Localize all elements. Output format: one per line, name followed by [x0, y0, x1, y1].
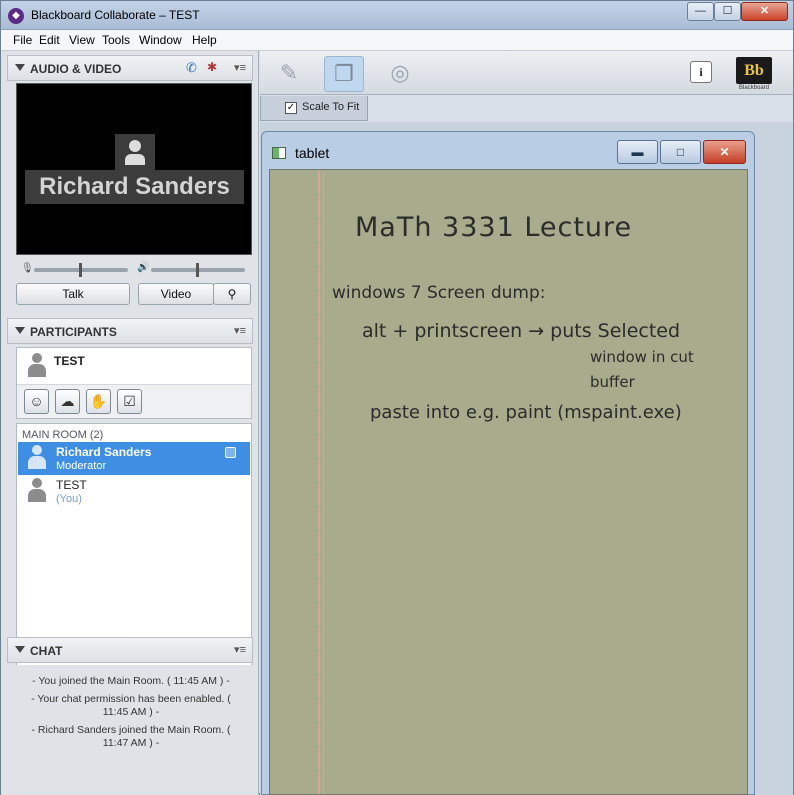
participant-name: TEST [56, 478, 87, 492]
chat-header[interactable]: CHAT ▾≡ [7, 637, 253, 663]
shared-maximize-button[interactable]: □ [660, 140, 701, 164]
content-toolbar: ✎ ❐ ◎ [260, 51, 793, 95]
step-away-icon[interactable]: ☁ [55, 389, 80, 414]
menu-bar: File Edit View Tools Window Help [1, 30, 793, 51]
participants-header[interactable]: PARTICIPANTS ▾≡ [7, 318, 253, 344]
whiteboard-icon[interactable]: ✎ [269, 56, 309, 92]
left-panel: AUDIO & VIDEO ✆ ✱ ▾≡ Richard Sanders 🎙 🔊… [1, 51, 259, 795]
panel-menu-icon[interactable]: ▾≡ [234, 324, 246, 337]
window-title: Blackboard Collaborate – TEST [31, 8, 200, 22]
speaker-volume-slider[interactable] [151, 263, 245, 277]
chat-message: - Richard Sanders joined the Main Room. … [31, 724, 231, 749]
handwritten-line: window in cut [590, 348, 694, 366]
avatar-icon [26, 353, 48, 379]
video-status-icon [225, 447, 236, 458]
scale-to-fit-checkbox[interactable]: ✓ [285, 102, 297, 114]
participant-role: Moderator [56, 460, 107, 472]
my-name: TEST [54, 354, 85, 368]
shared-window-title: tablet [295, 145, 330, 161]
phone-icon[interactable]: ✆ [186, 60, 197, 76]
handwritten-line: MaTh 3331 Lecture [355, 212, 633, 243]
status-toolbar: ☺ ☁ ✋ ☑ [17, 384, 251, 418]
menu-tools[interactable]: Tools [102, 33, 130, 47]
room-count: (2) [89, 429, 104, 441]
chat-message: - Your chat permission has been enabled.… [31, 693, 231, 718]
handwritten-line: paste into e.g. paint (mspaint.exe) [370, 402, 682, 423]
close-button[interactable]: ✕ [741, 2, 788, 21]
menu-window[interactable]: Window [139, 33, 182, 47]
menu-help[interactable]: Help [192, 33, 217, 47]
shared-window: tablet ▬ □ ✕ MaTh 3331 Lecture windows 7… [261, 131, 755, 795]
participant-role: (You) [56, 493, 82, 505]
participant-row[interactable]: TEST (You) [18, 475, 250, 508]
participant-row[interactable]: Richard Sanders Moderator [18, 442, 250, 475]
video-speaker-name: Richard Sanders [25, 170, 244, 204]
emoticon-icon[interactable]: ☺ [24, 389, 49, 414]
audio-video-header[interactable]: AUDIO & VIDEO ✆ ✱ ▾≡ [7, 55, 253, 81]
room-label: MAIN ROOM (2) [22, 429, 103, 441]
app-window-icon [272, 147, 286, 159]
video-display: Richard Sanders [16, 83, 252, 255]
camera-preview-icon[interactable]: ⚲ [213, 283, 251, 305]
participant-list: MAIN ROOM (2) Richard Sanders Moderator … [16, 423, 252, 673]
collapse-arrow-icon[interactable] [15, 64, 25, 71]
scale-to-fit-bar: ✓ Scale To Fit [260, 96, 368, 121]
chat-message: - You joined the Main Room. ( 11:45 AM )… [32, 675, 230, 687]
panel-menu-icon[interactable]: ▾≡ [234, 643, 246, 656]
chat-log: - You joined the Main Room. ( 11:45 AM )… [9, 665, 253, 795]
web-tour-icon[interactable]: ◎ [380, 56, 420, 92]
blackboard-logo: Bb [736, 57, 772, 84]
speaker-slider-thumb[interactable] [196, 263, 199, 277]
minimize-button[interactable]: — [687, 2, 714, 21]
title-bar: ◆ Blackboard Collaborate – TEST — ☐ ✕ [1, 1, 793, 30]
mic-volume-slider[interactable] [34, 263, 128, 277]
talk-button[interactable]: Talk [16, 283, 130, 305]
shared-minimize-button[interactable]: ▬ [617, 140, 658, 164]
app-window: ◆ Blackboard Collaborate – TEST — ☐ ✕ Fi… [0, 0, 794, 795]
maximize-button[interactable]: ☐ [714, 2, 741, 21]
application-sharing-icon[interactable]: ❐ [324, 56, 364, 92]
handwritten-line: windows 7 Screen dump: [332, 283, 546, 303]
video-button[interactable]: Video [138, 283, 214, 305]
speaker-icon: 🔊 [137, 262, 150, 273]
handwritten-line: alt + printscreen → puts Selected [362, 320, 681, 342]
avatar-icon [26, 478, 48, 504]
shared-close-button[interactable]: ✕ [703, 140, 746, 164]
menu-edit[interactable]: Edit [39, 33, 60, 47]
participant-name: Richard Sanders [56, 445, 152, 459]
microphone-icon: 🎙 [21, 263, 34, 274]
blackboard-logo-text: Blackboard [738, 85, 770, 91]
scale-to-fit-label[interactable]: Scale To Fit [302, 101, 359, 113]
collaborate-logo-icon: ◆ [8, 8, 24, 24]
chat-title: CHAT [30, 644, 63, 658]
participants-title: PARTICIPANTS [30, 325, 117, 339]
audio-video-title: AUDIO & VIDEO [30, 62, 122, 76]
my-status-box: TEST ☺ ☁ ✋ ☑ [16, 347, 252, 419]
poll-response-icon[interactable]: ☑ [117, 389, 142, 414]
video-avatar-icon [115, 134, 155, 170]
menu-view[interactable]: View [69, 33, 95, 47]
room-name: MAIN ROOM [22, 429, 87, 441]
audio-settings-icon[interactable]: ✱ [207, 60, 217, 74]
raise-hand-icon[interactable]: ✋ [86, 389, 111, 414]
panel-menu-icon[interactable]: ▾≡ [234, 61, 246, 74]
collapse-arrow-icon[interactable] [15, 327, 25, 334]
avatar-icon [26, 445, 48, 471]
collapse-arrow-icon[interactable] [15, 646, 25, 653]
menu-file[interactable]: File [13, 33, 32, 47]
mic-slider-thumb[interactable] [79, 263, 82, 277]
handwritten-line: buffer [590, 373, 635, 391]
info-button[interactable]: i [690, 61, 712, 83]
notepad-paper: MaTh 3331 Lecture windows 7 Screen dump:… [269, 169, 748, 795]
